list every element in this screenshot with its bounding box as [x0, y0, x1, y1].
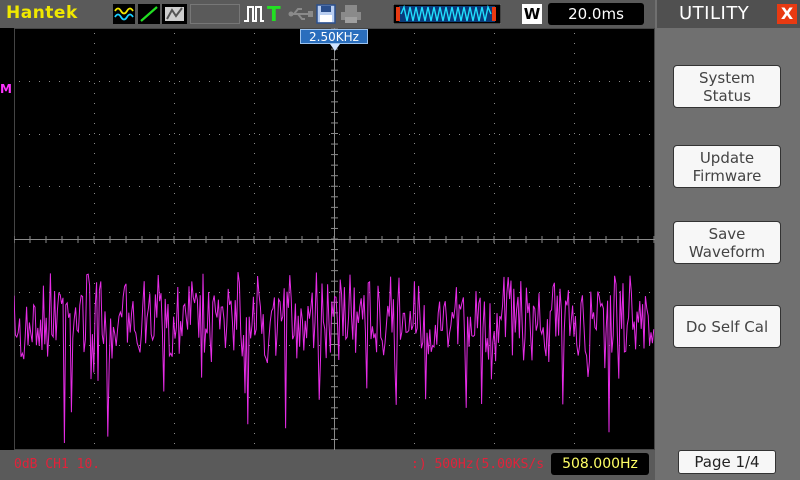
- channel-info: 0dB CH1 10.: [14, 457, 101, 472]
- center-frequency-marker[interactable]: 2.50KHz: [300, 29, 368, 44]
- usb-icon: [288, 8, 313, 20]
- sample-rate-info: :) 500Hz(5.00KS/s: [411, 457, 545, 472]
- display-mode-icon: [162, 4, 187, 24]
- ramp-icon: [138, 4, 160, 24]
- fft-trace-line: [14, 272, 655, 444]
- save-icon[interactable]: [316, 4, 336, 24]
- update-firmware-button[interactable]: Update Firmware: [673, 145, 781, 188]
- save-waveform-button[interactable]: Save Waveform: [673, 221, 781, 264]
- brand-logo: Hantek: [6, 3, 78, 23]
- memory-depth-icon: [393, 4, 501, 24]
- waveform-icon: [113, 4, 135, 24]
- fft-trace: [14, 272, 655, 444]
- wave-mode-badge: W: [522, 4, 542, 24]
- mode-slot: [190, 4, 240, 24]
- close-icon[interactable]: X: [777, 4, 797, 24]
- channel-marker[interactable]: M: [0, 82, 12, 96]
- self-cal-button[interactable]: Do Self Cal: [673, 305, 781, 348]
- pulse-trigger-icon[interactable]: [243, 4, 265, 24]
- trigger-status: T: [267, 2, 281, 26]
- page-indicator[interactable]: Page 1/4: [678, 450, 776, 474]
- marker-arrow-icon: [330, 44, 340, 51]
- timebase-readout[interactable]: 20.0ms: [548, 3, 644, 25]
- cursor-frequency: 508.000Hz: [551, 453, 649, 475]
- system-status-button[interactable]: System Status: [673, 65, 781, 108]
- printer-icon[interactable]: [340, 4, 362, 24]
- scope-display: [14, 28, 655, 450]
- panel-title: UTILITY: [679, 3, 750, 24]
